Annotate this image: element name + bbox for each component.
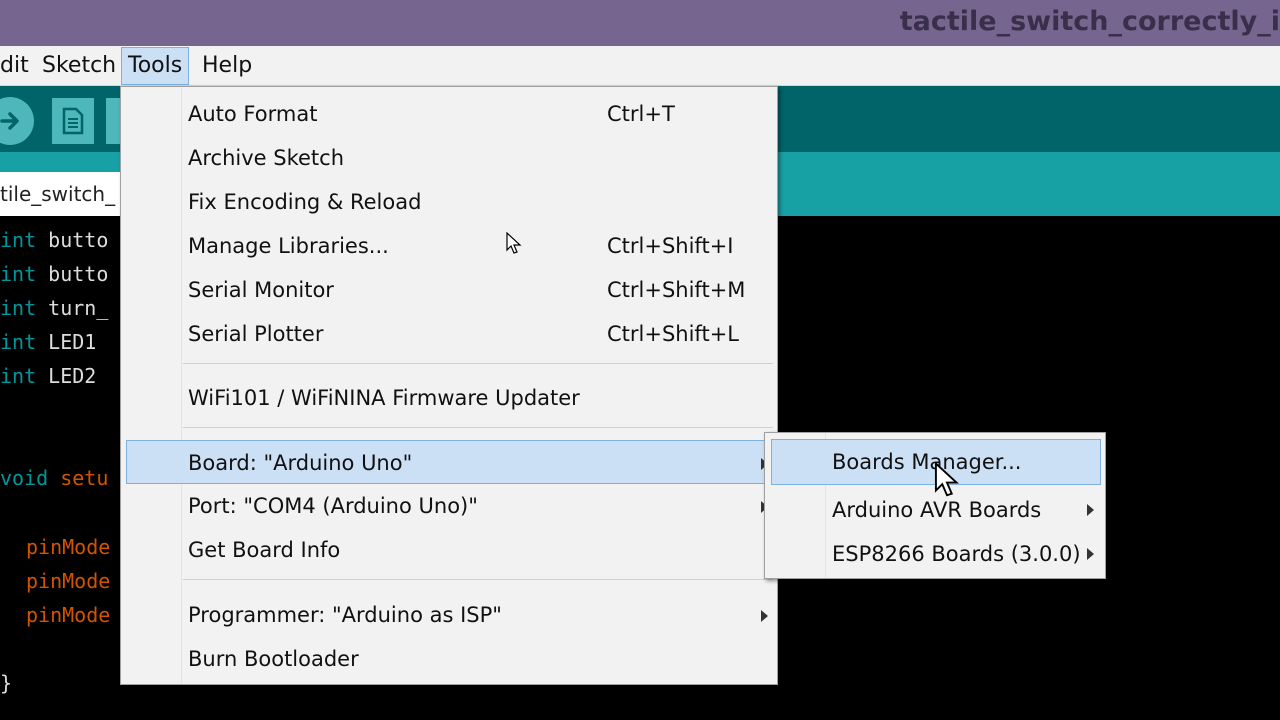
code-line: } <box>0 671 13 695</box>
tab-sketch[interactable]: tile_switch_ <box>0 172 122 216</box>
menu-bar: dit Sketch Tools Help <box>0 46 1280 86</box>
shortcut-label: Ctrl+Shift+M <box>607 278 746 302</box>
code-line: int LED2 <box>0 364 97 388</box>
menu-item-serial-monitor[interactable]: Serial Monitor Ctrl+Shift+M <box>121 268 777 312</box>
code-line: int LED1 <box>0 330 97 354</box>
menu-item-port[interactable]: Port: "COM4 (Arduino Uno)" <box>121 484 777 528</box>
board-submenu: Boards Manager... Arduino AVR Boards ESP… <box>764 432 1106 579</box>
code-line: pinMode <box>26 603 111 627</box>
menu-item-archive-sketch[interactable]: Archive Sketch <box>121 136 777 180</box>
title-bar: tactile_switch_correctly_i <box>0 0 1280 46</box>
menu-item-burn-bootloader[interactable]: Burn Bootloader <box>121 637 777 681</box>
submenu-arrow-icon <box>761 610 768 622</box>
menu-item-auto-format[interactable]: Auto Format Ctrl+T <box>121 92 777 136</box>
mouse-pointer-icon <box>506 232 522 254</box>
shortcut-label: Ctrl+Shift+I <box>607 234 734 258</box>
window-title: tactile_switch_correctly_i <box>899 6 1280 37</box>
menu-tools[interactable]: Tools <box>121 47 190 85</box>
menu-item-get-board-info[interactable]: Get Board Info <box>121 528 777 572</box>
menu-item-programmer[interactable]: Programmer: "Arduino as ISP" <box>121 593 777 637</box>
new-sketch-icon <box>62 107 84 135</box>
menu-item-board[interactable]: Board: "Arduino Uno" <box>126 440 774 484</box>
menu-item-serial-plotter[interactable]: Serial Plotter Ctrl+Shift+L <box>121 312 777 356</box>
menu-separator <box>183 579 773 580</box>
menu-edit[interactable]: dit <box>0 46 35 86</box>
code-line: pinMode <box>26 535 111 559</box>
code-line: int butto <box>0 262 109 286</box>
code-line: int turn_ <box>0 296 109 320</box>
shortcut-label: Ctrl+Shift+L <box>607 322 739 346</box>
new-sketch-button[interactable] <box>52 98 94 144</box>
menu-item-fix-encoding[interactable]: Fix Encoding & Reload <box>121 180 777 224</box>
menu-help[interactable]: Help <box>196 46 258 86</box>
menu-item-firmware-updater[interactable]: WiFi101 / WiFiNINA Firmware Updater <box>121 376 777 420</box>
verify-arrow-icon <box>0 112 19 130</box>
tools-menu: Auto Format Ctrl+T Archive Sketch Fix En… <box>120 86 778 685</box>
menu-item-manage-libraries[interactable]: Manage Libraries... Ctrl+Shift+I <box>121 224 777 268</box>
code-line: int butto <box>0 228 109 252</box>
menu-sketch[interactable]: Sketch <box>36 46 122 86</box>
submenu-arrow-icon <box>1087 504 1094 516</box>
shortcut-label: Ctrl+T <box>607 102 675 126</box>
submenu-arrow-icon <box>1087 548 1094 560</box>
submenu-item-esp8266-boards[interactable]: ESP8266 Boards (3.0.0) <box>765 532 1105 576</box>
mouse-pointer-icon <box>934 462 959 497</box>
code-line: void setu <box>0 466 109 490</box>
code-line: pinMode <box>26 569 111 593</box>
menu-separator <box>183 363 773 364</box>
menu-separator <box>183 427 773 428</box>
